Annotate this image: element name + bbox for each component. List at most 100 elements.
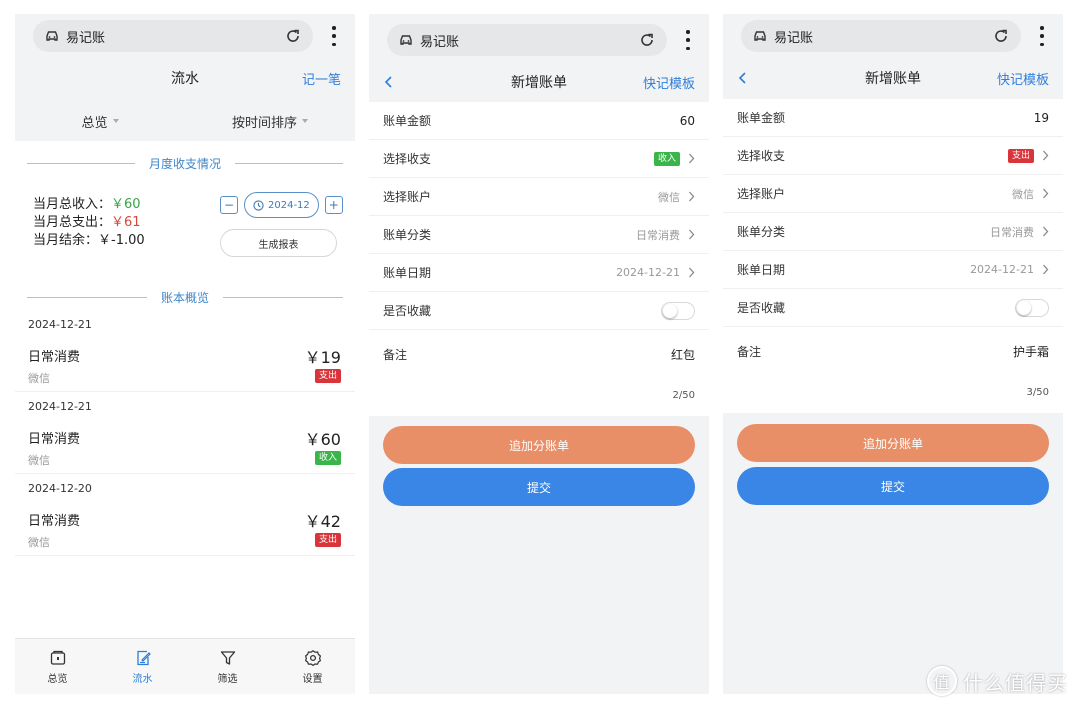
back-arrow-icon[interactable] bbox=[737, 71, 749, 85]
category-label: 账单分类 bbox=[383, 228, 432, 242]
expense-row: 当月总支出：￥61 bbox=[33, 214, 145, 232]
amount-value[interactable]: 19 bbox=[1034, 111, 1049, 125]
edit-icon bbox=[136, 650, 151, 665]
entry-account: 微信 bbox=[28, 454, 50, 467]
tab-label: 设置 bbox=[302, 673, 323, 685]
type-badge: 收入 bbox=[653, 151, 680, 166]
account-row[interactable]: 选择账户 微信 bbox=[723, 175, 1063, 213]
tab-settings[interactable]: 设置 bbox=[270, 639, 355, 694]
amount-label: 账单金额 bbox=[737, 111, 786, 125]
nav-header: 新增账单 快记模板 bbox=[723, 58, 1063, 98]
expense-label: 当月总支出： bbox=[33, 215, 112, 230]
note-row[interactable]: 备注 红包 bbox=[369, 332, 709, 376]
favorite-toggle[interactable] bbox=[1015, 298, 1049, 317]
balance-label: 当月结余： bbox=[33, 233, 99, 248]
watermark-text: 什么值得买 bbox=[963, 670, 1068, 695]
favorite-toggle[interactable] bbox=[661, 301, 695, 320]
note-label: 备注 bbox=[737, 344, 762, 359]
submit-button[interactable]: 提交 bbox=[383, 468, 695, 506]
type-row[interactable]: 选择收支 支出 bbox=[723, 137, 1063, 175]
more-menu-icon[interactable] bbox=[685, 30, 691, 50]
prev-month-button[interactable]: − bbox=[220, 196, 238, 214]
expense-value: ￥61 bbox=[111, 215, 141, 230]
list-item[interactable]: 2024-12-20 日常消费 微信 ￥42 支出 bbox=[15, 474, 355, 556]
entry-category: 日常消费 bbox=[28, 432, 81, 447]
car-icon bbox=[46, 31, 58, 41]
address-title: 易记账 bbox=[66, 30, 106, 46]
tab-flow[interactable]: 流水 bbox=[100, 639, 185, 694]
account-row[interactable]: 选择账户 微信 bbox=[369, 178, 709, 216]
address-bar[interactable]: 易记账 bbox=[33, 20, 313, 52]
list-item[interactable]: 2024-12-21 日常消费 微信 ￥60 收入 bbox=[15, 392, 355, 474]
entry-account: 微信 bbox=[28, 536, 50, 549]
add-split-bill-button[interactable]: 追加分账单 bbox=[383, 426, 695, 464]
date-value-wrap: 2024-12-21 bbox=[970, 263, 1049, 276]
reload-icon[interactable] bbox=[285, 28, 301, 44]
chevron-right-icon bbox=[1043, 150, 1049, 161]
tab-overview[interactable]: 总览 bbox=[15, 639, 100, 694]
entry-account: 微信 bbox=[28, 372, 50, 385]
account-value-wrap: 微信 bbox=[658, 189, 695, 205]
category-row[interactable]: 账单分类 日常消费 bbox=[369, 216, 709, 254]
amount-row[interactable]: 账单金额 60 bbox=[369, 102, 709, 140]
date-label: 账单日期 bbox=[737, 263, 786, 277]
screen-new-bill-expense: 易记账 新增账单 快记模板 账单金额 19 选择收支 支出 选择账户 微信 账单… bbox=[723, 14, 1063, 694]
sort-label: 按时间排序 bbox=[231, 115, 297, 131]
address-bar[interactable]: 易记账 bbox=[387, 24, 667, 56]
category-value: 日常消费 bbox=[990, 225, 1034, 239]
bill-form: 账单金额 60 选择收支 收入 选择账户 微信 账单分类 日常消费 账单日期 2… bbox=[369, 102, 709, 416]
reload-icon[interactable] bbox=[639, 32, 655, 48]
account-label: 选择账户 bbox=[383, 190, 432, 204]
note-value[interactable]: 护手霜 bbox=[1013, 343, 1049, 360]
address-bar[interactable]: 易记账 bbox=[741, 20, 1021, 52]
overview-dropdown[interactable]: 总览 bbox=[15, 104, 185, 138]
submit-button[interactable]: 提交 bbox=[737, 467, 1049, 505]
address-title: 易记账 bbox=[420, 34, 460, 50]
filter-bar: 总览 按时间排序 bbox=[15, 104, 355, 138]
category-value-wrap: 日常消费 bbox=[636, 227, 695, 243]
date-row[interactable]: 账单日期 2024-12-21 bbox=[369, 254, 709, 292]
filter-icon bbox=[220, 650, 235, 665]
more-menu-icon[interactable] bbox=[1039, 26, 1045, 46]
page-title: 新增账单 bbox=[865, 71, 921, 87]
chevron-right-icon bbox=[1043, 226, 1049, 237]
add-split-bill-button[interactable]: 追加分账单 bbox=[737, 424, 1049, 462]
type-label: 选择收支 bbox=[737, 149, 786, 163]
favorite-row: 是否收藏 bbox=[723, 289, 1063, 327]
address-title: 易记账 bbox=[774, 30, 814, 46]
category-row[interactable]: 账单分类 日常消费 bbox=[723, 213, 1063, 251]
tab-filter[interactable]: 筛选 bbox=[185, 639, 270, 694]
amount-row[interactable]: 账单金额 19 bbox=[723, 99, 1063, 137]
date-row[interactable]: 账单日期 2024-12-21 bbox=[723, 251, 1063, 289]
date-value-wrap: 2024-12-21 bbox=[616, 266, 695, 279]
record-button[interactable]: 记一笔 bbox=[302, 69, 341, 88]
favorite-row: 是否收藏 bbox=[369, 292, 709, 330]
amount-value[interactable]: 60 bbox=[680, 114, 695, 128]
account-value: 微信 bbox=[1012, 187, 1034, 201]
next-month-button[interactable]: + bbox=[324, 196, 343, 214]
type-value-wrap: 支出 bbox=[1007, 148, 1049, 163]
note-char-counter: 3/50 bbox=[1026, 387, 1049, 398]
entry-type-badge: 支出 bbox=[314, 369, 341, 383]
note-row[interactable]: 备注 护手霜 bbox=[723, 329, 1063, 373]
note-char-counter: 2/50 bbox=[672, 390, 695, 401]
back-arrow-icon[interactable] bbox=[383, 75, 395, 89]
generate-report-button[interactable]: 生成报表 bbox=[220, 229, 337, 257]
list-item[interactable]: 2024-12-21 日常消费 微信 ￥19 支出 bbox=[15, 310, 355, 392]
gear-icon bbox=[304, 649, 321, 666]
entry-type-badge: 收入 bbox=[314, 451, 341, 465]
quick-template-button[interactable]: 快记模板 bbox=[643, 73, 695, 92]
ledger-title-text: 账本概览 bbox=[161, 291, 210, 305]
type-row[interactable]: 选择收支 收入 bbox=[369, 140, 709, 178]
nav-header: 新增账单 快记模板 bbox=[369, 62, 709, 102]
month-value: 2024-12 bbox=[268, 199, 310, 211]
quick-template-button[interactable]: 快记模板 bbox=[997, 69, 1049, 88]
ledger-section-title: 账本概览 bbox=[27, 289, 344, 306]
sort-dropdown[interactable]: 按时间排序 bbox=[185, 104, 355, 138]
note-value[interactable]: 红包 bbox=[671, 346, 695, 363]
date-label: 账单日期 bbox=[383, 266, 432, 280]
entry-type-badge: 支出 bbox=[314, 533, 341, 547]
month-picker[interactable]: 2024-12 bbox=[244, 192, 319, 218]
more-menu-icon[interactable] bbox=[331, 26, 337, 46]
reload-icon[interactable] bbox=[993, 28, 1009, 44]
